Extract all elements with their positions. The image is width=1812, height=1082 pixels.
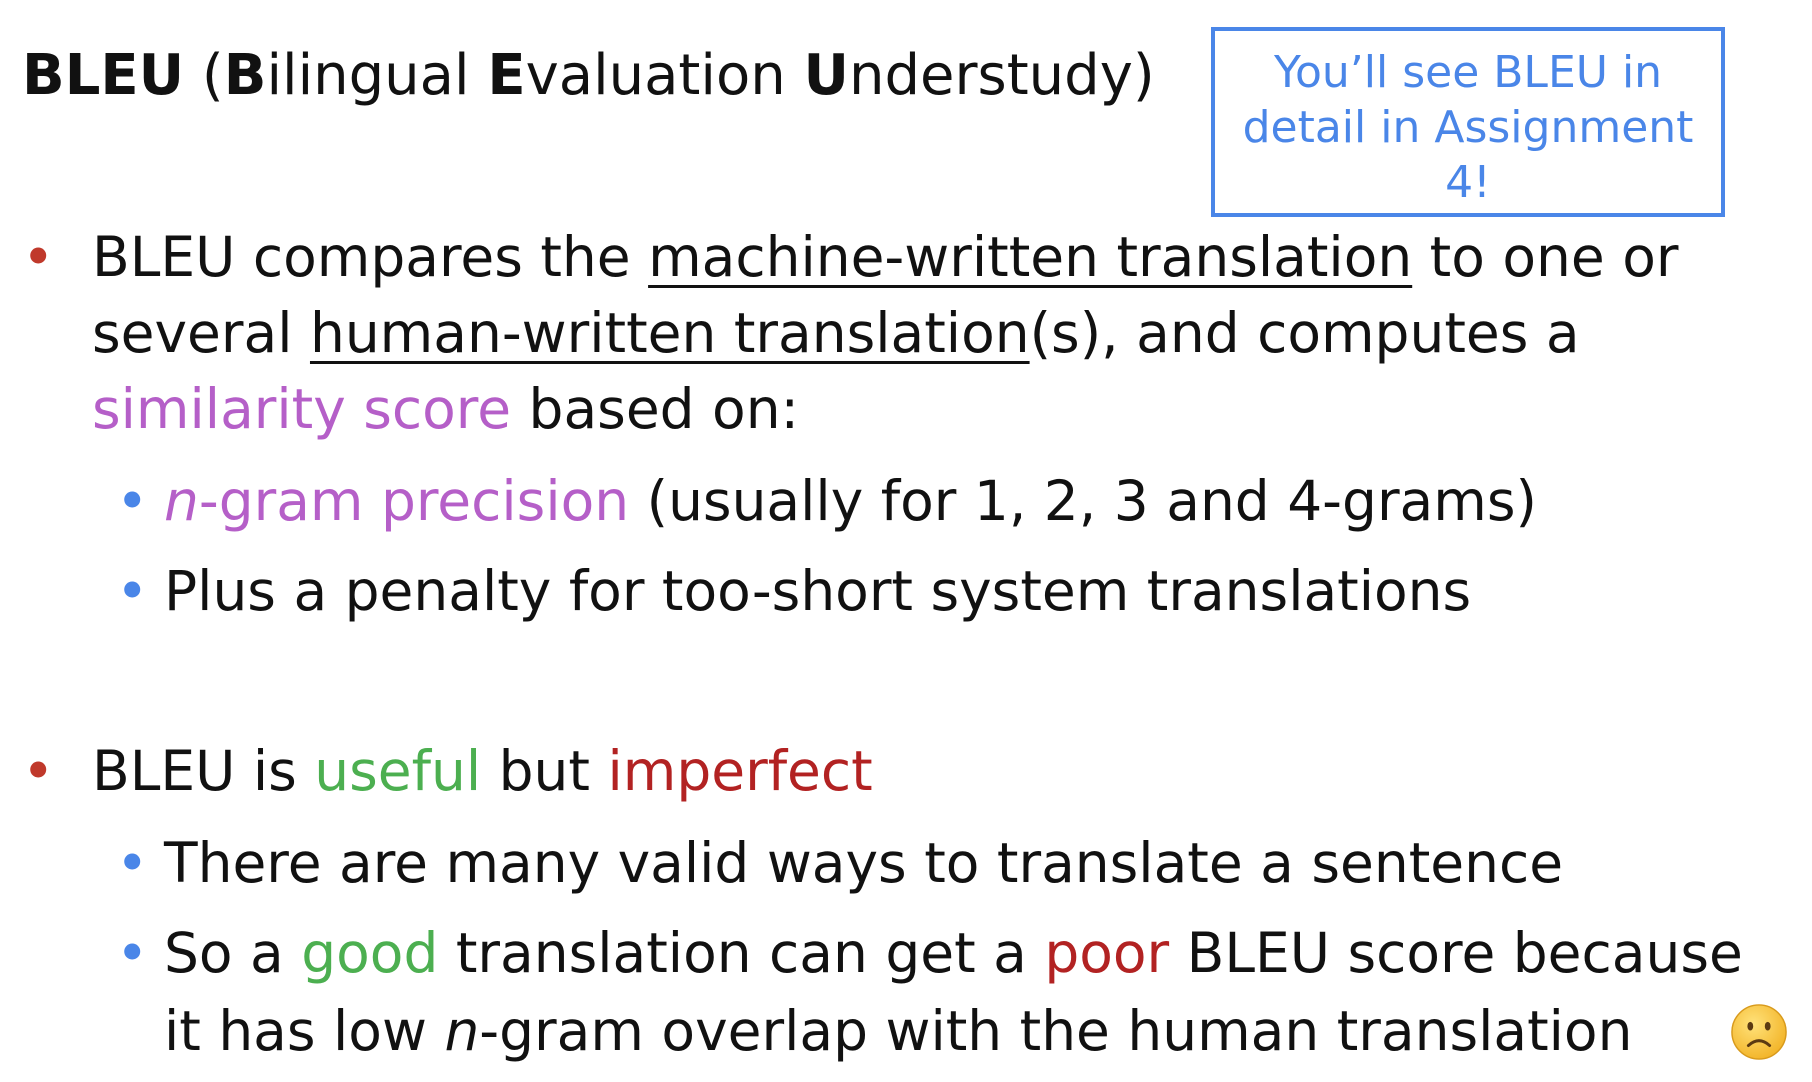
section1-sub-2: Plus a penalty for too-short system tran… bbox=[164, 553, 1471, 629]
title-initial-b: B bbox=[22, 43, 65, 108]
italic-n: n bbox=[444, 999, 480, 1063]
section1-line-2: several human-written translation(s), an… bbox=[92, 295, 1580, 371]
text-segment: translation can get a bbox=[438, 921, 1045, 985]
highlight-ngram-precision: -gram precision bbox=[198, 469, 630, 533]
section2-sub-2-cont: it has low n-gram overlap with the human… bbox=[164, 993, 1632, 1069]
highlight-similarity-score: similarity score bbox=[92, 377, 512, 441]
underlined-human-translation: human-written translation bbox=[309, 301, 1030, 365]
text-segment: BLEU score because bbox=[1169, 921, 1743, 985]
title-bleu-rest: LEU bbox=[64, 43, 185, 108]
highlight-useful: useful bbox=[314, 739, 482, 803]
section2-sub-1: There are many valid ways to translate a… bbox=[164, 825, 1563, 901]
italic-n: n bbox=[164, 469, 199, 533]
text-segment: to one or bbox=[1412, 225, 1679, 289]
frowning-face-icon bbox=[1731, 1004, 1787, 1060]
bullet-sub-3: • bbox=[116, 831, 149, 895]
bullet-main-2: • bbox=[22, 739, 55, 803]
text-segment: several bbox=[92, 301, 310, 365]
text-segment: -gram overlap with the human translation bbox=[479, 999, 1633, 1063]
bullet-sub-4: • bbox=[116, 921, 149, 985]
title-bilingual-rest: ilingual bbox=[266, 43, 488, 108]
text-segment: based on: bbox=[511, 377, 800, 441]
highlight-good: good bbox=[301, 921, 439, 985]
bullet-sub-1: • bbox=[116, 469, 149, 533]
title-paren-open: ( bbox=[184, 43, 224, 108]
section2-sub-2: So a good translation can get a poor BLE… bbox=[164, 915, 1743, 991]
bullet-main-1: • bbox=[22, 225, 55, 289]
title-initial-bilingual: B bbox=[223, 43, 267, 108]
title-initial-understudy: U bbox=[803, 43, 849, 108]
callout-line-3: 4! bbox=[1445, 157, 1491, 208]
underlined-machine-translation: machine-written translation bbox=[648, 225, 1413, 289]
title-evaluation-rest: valuation bbox=[525, 43, 804, 108]
text-segment: BLEU compares the bbox=[92, 225, 649, 289]
text-segment: There are many valid ways to translate a… bbox=[164, 831, 1564, 895]
assignment-callout-box: You’ll see BLEU in detail in Assignment … bbox=[1211, 27, 1725, 217]
bullet-sub-2: • bbox=[116, 559, 149, 623]
title-understudy-rest: nderstudy) bbox=[849, 43, 1155, 108]
section2-line-1: BLEU is useful but imperfect bbox=[92, 733, 873, 809]
section1-sub-1: n-gram precision (usually for 1, 2, 3 an… bbox=[164, 463, 1537, 539]
callout-line-2: detail in Assignment bbox=[1242, 102, 1694, 153]
section1-line-3: similarity score based on: bbox=[92, 371, 799, 447]
text-segment: Plus a penalty for too-short system tran… bbox=[164, 559, 1472, 623]
text-segment: (usually for 1, 2, 3 and 4-grams) bbox=[629, 469, 1537, 533]
section1-line-1: BLEU compares the machine-written transl… bbox=[92, 219, 1678, 295]
callout-line-1: You’ll see BLEU in bbox=[1273, 47, 1663, 98]
highlight-imperfect: imperfect bbox=[607, 739, 873, 803]
text-segment: it has low bbox=[164, 999, 445, 1063]
slide-title: BLEU (Bilingual Evaluation Understudy) bbox=[22, 40, 1155, 112]
title-initial-evaluation: E bbox=[487, 43, 526, 108]
highlight-poor: poor bbox=[1044, 921, 1170, 985]
text-segment: (s), and computes a bbox=[1029, 301, 1580, 365]
text-segment: BLEU is bbox=[92, 739, 315, 803]
text-segment: So a bbox=[164, 921, 302, 985]
text-segment: but bbox=[481, 739, 608, 803]
